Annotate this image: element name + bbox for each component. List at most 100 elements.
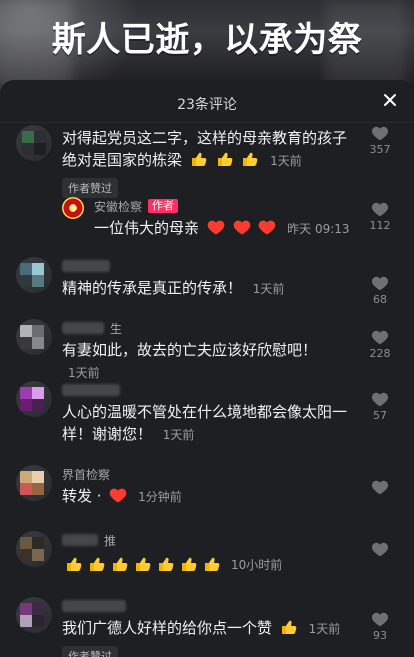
- comment-text[interactable]: 人心的温暖不管处在什么境地都会像太阳一样！谢谢您！ 1天前: [62, 401, 352, 446]
- thumbs-up-icon: [180, 555, 198, 573]
- avatar[interactable]: [16, 531, 52, 567]
- like-button[interactable]: [362, 541, 398, 557]
- thumbs-up-icon: [157, 555, 175, 573]
- like-count: 112: [369, 219, 391, 232]
- reply-text-body: 一位伟大的母亲: [94, 219, 200, 237]
- comment-time: 1天前: [270, 154, 302, 168]
- heart-icon: [371, 542, 389, 557]
- blurred-username: [62, 260, 110, 272]
- comment-time: 1天前: [252, 282, 285, 296]
- thumbs-up-icon: [111, 555, 129, 573]
- thumbs-up-icon: [280, 618, 298, 636]
- author-liked-badge: 作者赞过: [62, 178, 118, 198]
- blurred-username: [62, 322, 104, 334]
- comment-text[interactable]: 有妻如此，故去的亡夫应该好欣慰吧！ 1天前: [62, 339, 352, 384]
- author-badge: 作者: [148, 199, 179, 213]
- comment-text-body: 转发 ·: [62, 487, 102, 505]
- like-button[interactable]: 57: [362, 391, 398, 422]
- thumbs-up-icon: [65, 555, 83, 573]
- comment-text[interactable]: 转发 · 1分钟前: [62, 485, 352, 508]
- avatar[interactable]: [16, 319, 52, 355]
- comment-content: 界首检察 转发 · 1分钟前: [62, 465, 352, 508]
- comment-content: 人心的温暖不管处在什么境地都会像太阳一样！谢谢您！ 1天前: [62, 381, 352, 446]
- like-button[interactable]: 112: [362, 201, 398, 232]
- comment-text-body: 有妻如此，故去的亡夫应该好欣慰吧！: [62, 341, 318, 359]
- heart-icon: [371, 392, 389, 407]
- comment-text-body: 精神的传承是真正的传承！: [62, 279, 243, 297]
- red-heart-icon: [109, 486, 127, 504]
- like-count: 57: [373, 409, 387, 422]
- author-avatar[interactable]: [62, 197, 84, 219]
- avatar[interactable]: [16, 597, 52, 633]
- heart-icon: [371, 480, 389, 495]
- like-button[interactable]: 228: [362, 329, 398, 360]
- comment-text[interactable]: 我们广德人好样的给你点一个赞 1天前: [62, 617, 352, 640]
- comment-content: 我们广德人好样的给你点一个赞 1天前 作者赞过: [62, 597, 352, 657]
- heart-icon: [371, 276, 389, 291]
- like-button[interactable]: 93: [362, 611, 398, 642]
- reply-text[interactable]: 一位伟大的母亲 昨天 09:13: [94, 217, 352, 240]
- username[interactable]: 界首检察: [62, 466, 110, 483]
- close-icon: [384, 94, 396, 106]
- comment-content: 推 10小时前: [62, 531, 352, 573]
- comment-text[interactable]: 对得起党员这二字，这样的母亲教育的孩子绝对是国家的栋梁 1天前: [62, 127, 352, 172]
- username-partial[interactable]: 生: [110, 320, 122, 337]
- comments-sheet: 23条评论 对得起党员这二字，这样的母亲教育的孩子绝对是国家的栋梁 1天前 作者…: [0, 80, 414, 657]
- red-heart-icon: [258, 218, 276, 236]
- reply-name-row: 安徽检察 作者: [94, 197, 352, 215]
- like-button[interactable]: [362, 479, 398, 495]
- blurred-username: [62, 384, 120, 396]
- like-count: 93: [373, 629, 387, 642]
- username-partial[interactable]: 推: [104, 532, 116, 549]
- comments-header: 23条评论: [0, 80, 414, 123]
- avatar[interactable]: [16, 125, 52, 161]
- video-title: 斯人已逝，以承为祭: [51, 20, 363, 60]
- comments-list: 对得起党员这二字，这样的母亲教育的孩子绝对是国家的栋梁 1天前 作者赞过 357…: [0, 123, 414, 657]
- like-count: 228: [369, 347, 391, 360]
- heart-icon: [371, 330, 389, 345]
- comment-name-row: [62, 597, 352, 615]
- blurred-username: [62, 534, 98, 546]
- red-heart-icon: [207, 218, 225, 236]
- avatar[interactable]: [16, 465, 52, 501]
- like-button[interactable]: 68: [362, 275, 398, 306]
- comment-name-row: [62, 381, 352, 399]
- comment-text-body: 人心的温暖不管处在什么境地都会像太阳一样！谢谢您！: [62, 403, 348, 443]
- avatar[interactable]: [16, 381, 52, 417]
- thumbs-up-icon: [203, 555, 221, 573]
- comment-name-row: 推: [62, 531, 352, 549]
- author-liked-badge: 作者赞过: [62, 646, 118, 657]
- reply-content: 安徽检察 作者 一位伟大的母亲 昨天 09:13: [94, 197, 352, 240]
- reply-username[interactable]: 安徽检察: [94, 198, 142, 215]
- heart-icon: [371, 202, 389, 217]
- blurred-username: [62, 600, 126, 612]
- thumbs-up-icon: [241, 150, 259, 168]
- comment-content: 精神的传承是真正的传承！ 1天前: [62, 257, 352, 300]
- comment-time: 1分钟前: [138, 490, 182, 504]
- comment-time: 1天前: [162, 428, 195, 442]
- comment-text[interactable]: 精神的传承是真正的传承！ 1天前: [62, 277, 352, 300]
- comment-time: 1天前: [308, 622, 341, 636]
- heart-icon: [371, 612, 389, 627]
- thumbs-up-icon: [88, 555, 106, 573]
- comment-content: 生 有妻如此，故去的亡夫应该好欣慰吧！ 1天前: [62, 319, 352, 384]
- like-button[interactable]: 357: [362, 125, 398, 156]
- reply-time: 昨天 09:13: [287, 222, 350, 236]
- comment-name-row: 界首检察: [62, 465, 352, 483]
- like-count: 357: [369, 143, 391, 156]
- close-button[interactable]: [380, 90, 400, 110]
- comment-time: 1天前: [68, 366, 100, 380]
- heart-icon: [371, 126, 389, 141]
- emoji-comment[interactable]: 10小时前: [62, 555, 352, 573]
- comment-time: 10小时前: [231, 557, 283, 572]
- avatar[interactable]: [16, 257, 52, 293]
- thumbs-up-icon: [134, 555, 152, 573]
- comment-content: 对得起党员这二字，这样的母亲教育的孩子绝对是国家的栋梁 1天前 作者赞过: [62, 125, 352, 198]
- video-background: 斯人已逝，以承为祭: [0, 0, 414, 90]
- comment-count: 23条评论: [177, 97, 237, 113]
- comment-name-row: 生: [62, 319, 352, 337]
- thumbs-up-icon: [190, 150, 208, 168]
- red-heart-icon: [233, 218, 251, 236]
- comment-name-row: [62, 257, 352, 275]
- comment-text-body: 我们广德人好样的给你点一个赞: [62, 619, 273, 637]
